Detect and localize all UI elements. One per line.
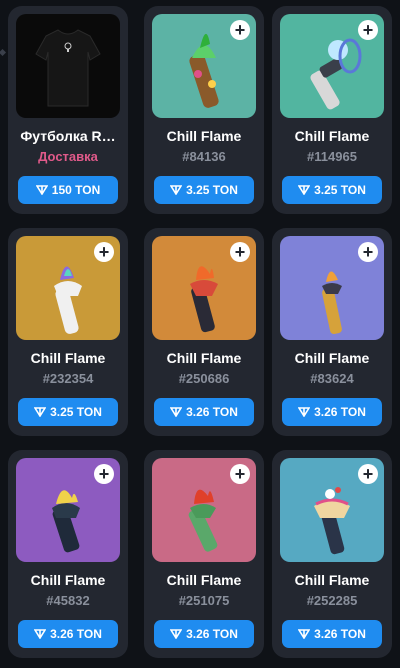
buy-button[interactable]: 3.26 TON xyxy=(18,620,118,648)
buy-button[interactable]: 3.26 TON xyxy=(282,620,382,648)
price-label: 3.25 TON xyxy=(314,183,366,197)
buy-button[interactable]: 150 TON xyxy=(18,176,118,204)
price-label: 3.26 TON xyxy=(314,405,366,419)
gift-card[interactable]: + Chill Flame #252285 3.26 TON xyxy=(272,450,392,658)
sparkle-decoration xyxy=(0,48,7,57)
buy-button[interactable]: 3.25 TON xyxy=(154,176,254,204)
card-title: Chill Flame xyxy=(166,350,242,366)
add-icon[interactable]: + xyxy=(358,242,378,262)
gift-card-tshirt[interactable]: Футболка R… Доставка 150 TON xyxy=(8,6,128,214)
ton-diamond-icon xyxy=(170,407,183,417)
card-title: Chill Flame xyxy=(294,572,370,588)
add-icon[interactable]: + xyxy=(230,464,250,484)
gift-image: + xyxy=(16,236,120,340)
card-title: Chill Flame xyxy=(294,350,370,366)
card-title: Chill Flame xyxy=(166,572,242,588)
buy-button[interactable]: 3.26 TON xyxy=(154,620,254,648)
gift-card[interactable]: + Chill Flame #84136 3.25 TON xyxy=(144,6,264,214)
gift-card[interactable]: + Chill Flame #83624 3.26 TON xyxy=(272,228,392,436)
card-number: #83624 xyxy=(310,371,354,386)
ton-diamond-icon xyxy=(35,185,48,195)
ton-diamond-icon xyxy=(34,629,47,639)
gift-card[interactable]: + Chill Flame #250686 3.26 TON xyxy=(144,228,264,436)
gift-image: + xyxy=(16,458,120,562)
gift-card[interactable]: + Chill Flame #251075 3.26 TON xyxy=(144,450,264,658)
ton-diamond-icon xyxy=(170,185,183,195)
add-icon[interactable]: + xyxy=(230,242,250,262)
card-title: Футболка R… xyxy=(20,128,116,144)
price-label: 3.26 TON xyxy=(186,627,238,641)
gift-image: + xyxy=(280,458,384,562)
card-number: #251075 xyxy=(178,593,230,608)
price-label: 3.25 TON xyxy=(186,183,238,197)
gift-card[interactable]: + Chill Flame #114965 3.25 TON xyxy=(272,6,392,214)
tshirt-image xyxy=(16,14,120,118)
card-number: #45832 xyxy=(46,593,90,608)
gift-card[interactable]: + Chill Flame #232354 3.25 TON xyxy=(8,228,128,436)
card-number: #250686 xyxy=(178,371,230,386)
price-label: 3.26 TON xyxy=(50,627,102,641)
gift-image: + xyxy=(280,236,384,340)
buy-button[interactable]: 3.26 TON xyxy=(282,398,382,426)
add-icon[interactable]: + xyxy=(230,20,250,40)
card-title: Chill Flame xyxy=(166,128,242,144)
card-title: Chill Flame xyxy=(294,128,370,144)
card-number: #114965 xyxy=(307,149,357,164)
card-title: Chill Flame xyxy=(30,572,106,588)
add-icon[interactable]: + xyxy=(358,464,378,484)
price-label: 3.26 TON xyxy=(186,405,238,419)
ton-diamond-icon xyxy=(298,407,311,417)
buy-button[interactable]: 3.25 TON xyxy=(18,398,118,426)
card-number: #252285 xyxy=(306,593,358,608)
add-icon[interactable]: + xyxy=(358,20,378,40)
gift-grid: Футболка R… Доставка 150 TON + Chill Fla… xyxy=(8,0,392,668)
price-label: 3.26 TON xyxy=(314,627,366,641)
card-number: #232354 xyxy=(42,371,94,386)
price-label: 3.25 TON xyxy=(50,405,102,419)
add-icon[interactable]: + xyxy=(94,242,114,262)
ton-diamond-icon xyxy=(170,629,183,639)
card-number: #84136 xyxy=(182,149,226,164)
buy-button[interactable]: 3.26 TON xyxy=(154,398,254,426)
buy-button[interactable]: 3.25 TON xyxy=(282,176,382,204)
ton-diamond-icon xyxy=(34,407,47,417)
gift-card[interactable]: + Chill Flame #45832 3.26 TON xyxy=(8,450,128,658)
ton-diamond-icon xyxy=(298,629,311,639)
price-label: 150 TON xyxy=(51,183,101,197)
gift-image: + xyxy=(280,14,384,118)
gift-image: + xyxy=(152,236,256,340)
card-title: Chill Flame xyxy=(30,350,106,366)
delivery-label: Доставка xyxy=(38,149,98,164)
gift-image: + xyxy=(152,14,256,118)
gift-image: + xyxy=(152,458,256,562)
ton-diamond-icon xyxy=(298,185,311,195)
add-icon[interactable]: + xyxy=(94,464,114,484)
